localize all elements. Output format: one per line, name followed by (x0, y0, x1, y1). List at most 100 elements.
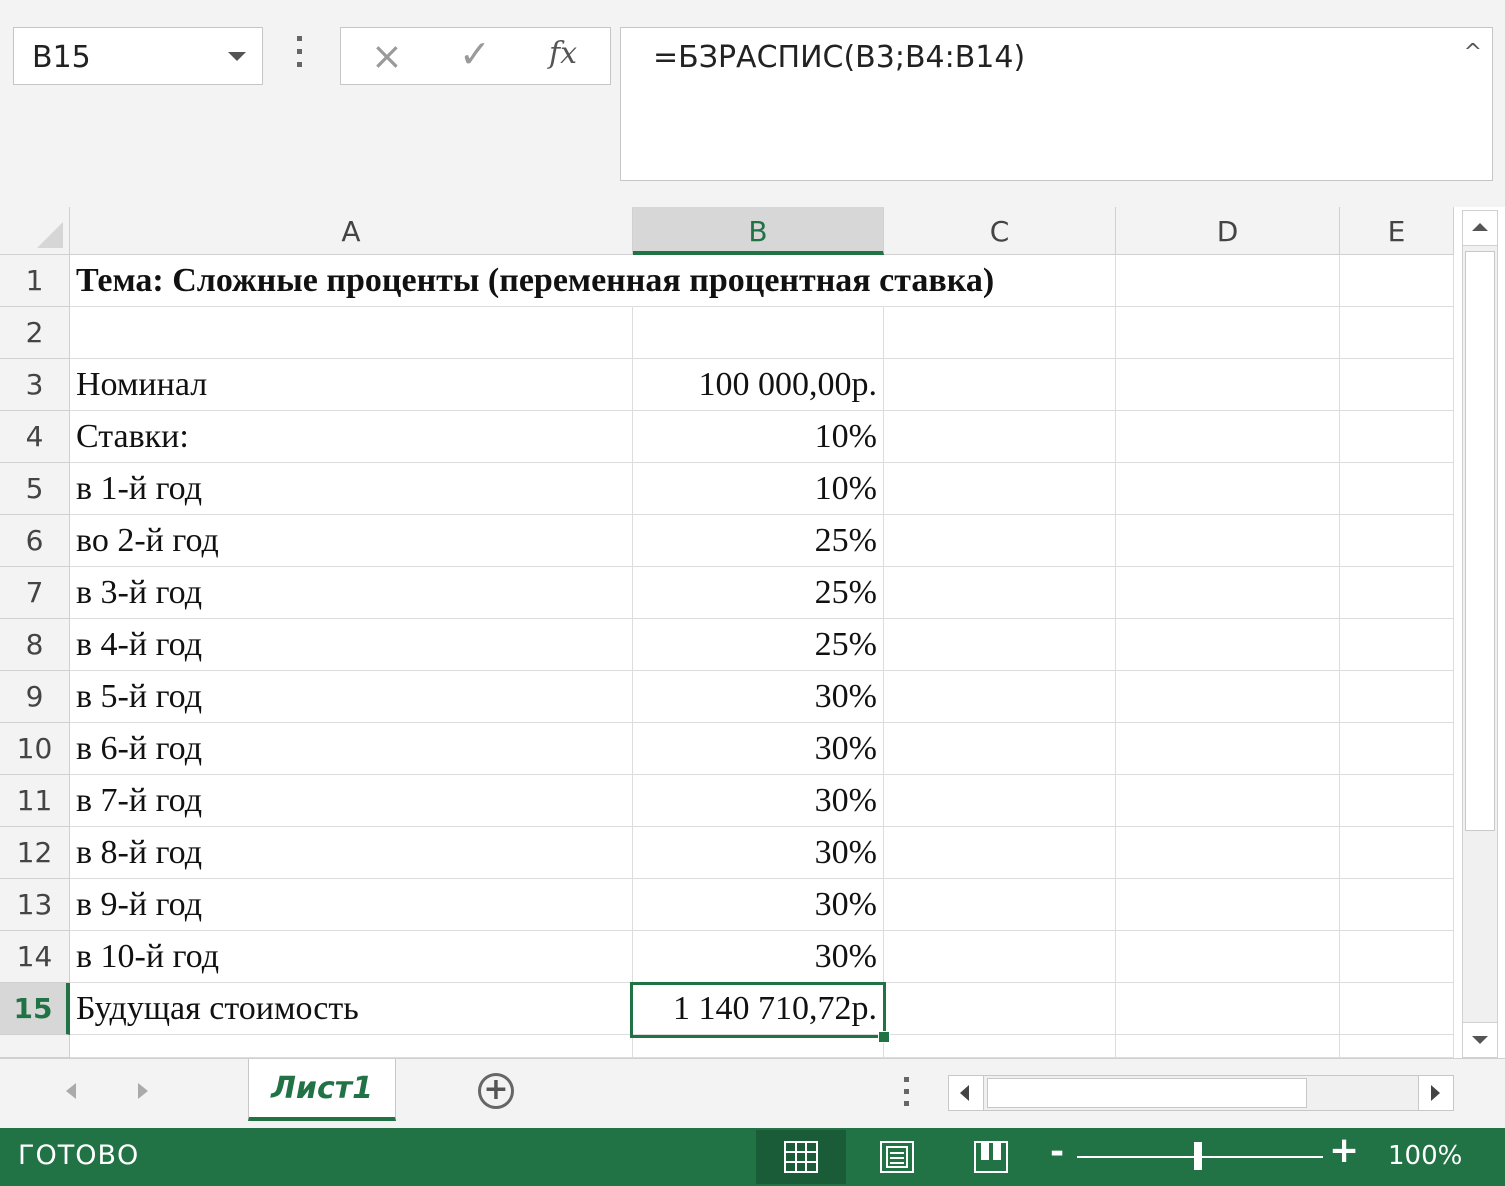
page-break-view-button[interactable] (946, 1130, 1036, 1184)
zoom-slider-thumb[interactable] (1194, 1142, 1202, 1170)
scroll-right-icon[interactable] (1418, 1076, 1453, 1110)
cell-a8[interactable]: в 4-й год (70, 619, 633, 671)
zoom-level[interactable]: 100% (1388, 1141, 1462, 1171)
cell-d11[interactable] (1116, 775, 1340, 827)
next-sheet-icon[interactable] (138, 1083, 148, 1099)
cell-d1[interactable] (1116, 255, 1340, 307)
cell-d8[interactable] (1116, 619, 1340, 671)
cell-a12[interactable]: в 8-й год (70, 827, 633, 879)
scroll-up-icon[interactable] (1463, 211, 1497, 246)
cell-d10[interactable] (1116, 723, 1340, 775)
row-header[interactable]: 7 (0, 567, 70, 619)
cell-b16[interactable] (633, 1035, 884, 1058)
cell-c14[interactable] (884, 931, 1116, 983)
row-header[interactable]: 3 (0, 359, 70, 411)
cell-e9[interactable] (1340, 671, 1454, 723)
cell-a16[interactable] (70, 1035, 633, 1058)
cell-d14[interactable] (1116, 931, 1340, 983)
cell-d6[interactable] (1116, 515, 1340, 567)
cell-a11[interactable]: в 7-й год (70, 775, 633, 827)
cell-c10[interactable] (884, 723, 1116, 775)
cell-e7[interactable] (1340, 567, 1454, 619)
cell-e11[interactable] (1340, 775, 1454, 827)
cell-c3[interactable] (884, 359, 1116, 411)
cell-e1[interactable] (1340, 255, 1454, 307)
row-header[interactable]: 9 (0, 671, 70, 723)
cell-c16[interactable] (884, 1035, 1116, 1058)
row-header[interactable]: 1 (0, 255, 70, 307)
add-sheet-icon[interactable]: + (478, 1073, 514, 1109)
row-header[interactable]: 12 (0, 827, 70, 879)
formula-input[interactable]: =БЗРАСПИС(B3;B4:B14) ^ (620, 27, 1493, 181)
cell-e14[interactable] (1340, 931, 1454, 983)
cell-e13[interactable] (1340, 879, 1454, 931)
cell-d2[interactable] (1116, 307, 1340, 359)
cell-a14[interactable]: в 10-й год (70, 931, 633, 983)
cell-c13[interactable] (884, 879, 1116, 931)
cell-e6[interactable] (1340, 515, 1454, 567)
zoom-out-button[interactable]: - (1050, 1132, 1064, 1172)
cell-d15[interactable] (1116, 983, 1340, 1035)
cell-e12[interactable] (1340, 827, 1454, 879)
cell-b3[interactable]: 100 000,00р. (633, 359, 884, 411)
cell-a1[interactable]: Тема: Сложные проценты (переменная проце… (70, 255, 994, 307)
sheet-tab-1[interactable]: Лист1 (248, 1059, 396, 1121)
cell-c15[interactable] (884, 983, 1116, 1035)
cell-c5[interactable] (884, 463, 1116, 515)
cell-e8[interactable] (1340, 619, 1454, 671)
row-header[interactable]: 8 (0, 619, 70, 671)
row-header[interactable]: 5 (0, 463, 70, 515)
cell-d3[interactable] (1116, 359, 1340, 411)
cell-b6[interactable]: 25% (633, 515, 884, 567)
tabs-more-icon[interactable] (902, 1077, 910, 1113)
cell-a7[interactable]: в 3-й год (70, 567, 633, 619)
fill-handle[interactable] (878, 1031, 890, 1043)
cell-b2[interactable] (633, 307, 884, 359)
cell-b12[interactable]: 30% (633, 827, 884, 879)
normal-view-button[interactable] (756, 1130, 846, 1184)
select-all-corner[interactable] (0, 207, 70, 255)
cell-b9[interactable]: 30% (633, 671, 884, 723)
vertical-scrollbar[interactable] (1462, 210, 1498, 1058)
cell-a4[interactable]: Ставки: (70, 411, 633, 463)
cell-e15[interactable] (1340, 983, 1454, 1035)
page-layout-view-button[interactable] (852, 1130, 942, 1184)
row-header[interactable]: 15 (0, 983, 70, 1035)
cell-e5[interactable] (1340, 463, 1454, 515)
column-header-c[interactable]: C (884, 207, 1116, 255)
column-header-b[interactable]: B (633, 207, 884, 255)
cell-a2[interactable] (70, 307, 633, 359)
row-header[interactable]: 6 (0, 515, 70, 567)
cell-b14[interactable]: 30% (633, 931, 884, 983)
cancel-icon[interactable]: × (371, 34, 403, 78)
cell-c8[interactable] (884, 619, 1116, 671)
row-header[interactable]: 10 (0, 723, 70, 775)
cell-a9[interactable]: в 5-й год (70, 671, 633, 723)
cell-a15[interactable]: Будущая стоимость (70, 983, 633, 1035)
cell-a10[interactable]: в 6-й год (70, 723, 633, 775)
cell-d12[interactable] (1116, 827, 1340, 879)
cell-c12[interactable] (884, 827, 1116, 879)
vertical-scroll-thumb[interactable] (1465, 251, 1495, 831)
cell-e16[interactable] (1340, 1035, 1454, 1058)
cell-b5[interactable]: 10% (633, 463, 884, 515)
cell-a13[interactable]: в 9-й год (70, 879, 633, 931)
scroll-left-icon[interactable] (949, 1076, 984, 1110)
cell-d9[interactable] (1116, 671, 1340, 723)
insert-function-icon[interactable]: fx (549, 36, 577, 71)
row-header[interactable] (0, 1035, 70, 1058)
enter-check-icon[interactable]: ✓ (459, 32, 491, 76)
cell-a6[interactable]: во 2-й год (70, 515, 633, 567)
cell-a5[interactable]: в 1-й год (70, 463, 633, 515)
cell-e2[interactable] (1340, 307, 1454, 359)
row-header[interactable]: 14 (0, 931, 70, 983)
zoom-in-button[interactable]: + (1329, 1130, 1359, 1171)
name-box[interactable]: B15 (13, 27, 263, 85)
cell-c11[interactable] (884, 775, 1116, 827)
cell-a3[interactable]: Номинал (70, 359, 633, 411)
column-header-e[interactable]: E (1340, 207, 1454, 255)
cell-d7[interactable] (1116, 567, 1340, 619)
row-header[interactable]: 13 (0, 879, 70, 931)
cell-e4[interactable] (1340, 411, 1454, 463)
cell-d4[interactable] (1116, 411, 1340, 463)
